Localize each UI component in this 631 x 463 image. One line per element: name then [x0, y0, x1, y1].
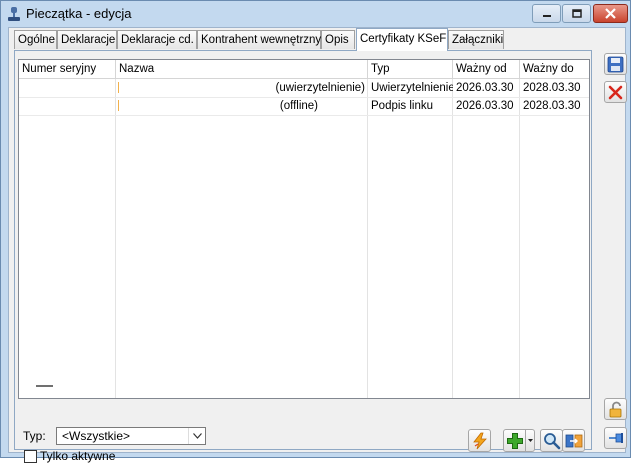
table-row[interactable]: (offline) Podpis linku 2026.03.30 2028.0… [19, 97, 589, 116]
minimize-button[interactable] [532, 4, 561, 23]
cell-wazny-do: 2028.03.30 [523, 82, 581, 94]
tab-ogolne[interactable]: Ogólne [14, 30, 57, 49]
maximize-button[interactable] [562, 4, 591, 23]
pin-icon [608, 433, 623, 443]
only-active-label[interactable]: Tylko aktywne [40, 449, 115, 463]
title-bar: Pieczątka - edycja [1, 1, 630, 27]
tab-opis[interactable]: Opis [321, 30, 355, 49]
typ-select[interactable]: <Wszystkie> [56, 427, 206, 445]
cell-wazny-do: 2028.03.30 [523, 100, 581, 112]
add-dropdown-button[interactable] [526, 429, 535, 452]
stamp-icon [8, 7, 20, 21]
cancel-button[interactable] [604, 81, 627, 103]
save-button[interactable] [604, 53, 627, 75]
search-icon [543, 432, 560, 449]
tab-certyfikaty-ksef[interactable]: Certyfikaty KSeF [356, 28, 448, 51]
close-button[interactable] [593, 4, 628, 23]
cell-nazwa: (uwierzytelnienie) [275, 82, 365, 94]
lightning-icon [472, 432, 487, 449]
only-active-checkbox[interactable] [24, 450, 37, 463]
typ-select-value: <Wszystkie> [62, 429, 131, 443]
cell-nazwa: (offline) [279, 100, 318, 112]
lock-icon [609, 401, 621, 417]
close-icon [605, 8, 616, 19]
import-icon [565, 434, 582, 447]
add-button[interactable] [503, 429, 526, 452]
pin-button[interactable] [604, 427, 627, 449]
header-nazwa[interactable]: Nazwa [116, 60, 368, 78]
cell-typ: Uwierzytelnienie [371, 82, 453, 94]
window: Pieczątka - edycja Ogólne Deklaracje Dek… [0, 0, 631, 463]
header-numer-seryjny[interactable]: Numer seryjny [19, 60, 116, 78]
tab-deklaracje-cd[interactable]: Deklaracje cd. [117, 30, 197, 49]
grid-resize-handle[interactable] [36, 385, 53, 387]
import-button[interactable] [562, 429, 585, 452]
cell-typ: Podpis linku [371, 100, 434, 112]
minimize-icon [542, 14, 551, 17]
cell-numer-seryjny [19, 79, 116, 97]
maximize-icon [571, 8, 582, 18]
cell-wazny-od: 2026.03.30 [456, 82, 514, 94]
header-typ[interactable]: Typ [368, 60, 453, 78]
tab-kontrahent-wewnetrzny[interactable]: Kontrahent wewnętrzny [197, 30, 321, 49]
chevron-down-icon[interactable] [188, 428, 205, 444]
header-wazny-do[interactable]: Ważny do [520, 60, 589, 78]
header-wazny-od[interactable]: Ważny od [453, 60, 520, 78]
grid-header: Numer seryjny Nazwa Typ Ważny od Ważny d… [19, 60, 589, 79]
search-button[interactable] [540, 429, 563, 452]
chevron-down-icon [527, 439, 533, 442]
save-icon [607, 56, 624, 72]
table-row[interactable]: (uwierzytelnienie) Uwierzytelnienie 2026… [19, 79, 589, 98]
cell-numer-seryjny [19, 97, 116, 115]
typ-label: Typ: [23, 429, 46, 443]
add-icon [506, 432, 523, 449]
dialog-client-area: Ogólne Deklaracje Deklaracje cd. Kontrah… [8, 27, 627, 463]
tab-deklaracje[interactable]: Deklaracje [57, 30, 117, 49]
certificates-panel: Numer seryjny Nazwa Typ Ważny od Ważny d… [14, 50, 592, 463]
delete-icon [608, 85, 623, 99]
cell-wazny-od: 2026.03.30 [456, 100, 514, 112]
certificates-grid[interactable]: Numer seryjny Nazwa Typ Ważny od Ważny d… [18, 59, 590, 399]
tab-zalaczniki[interactable]: Załączniki [448, 30, 504, 49]
generate-button[interactable] [468, 429, 491, 452]
window-title: Pieczątka - edycja [26, 6, 132, 21]
lock-button[interactable] [604, 398, 627, 420]
